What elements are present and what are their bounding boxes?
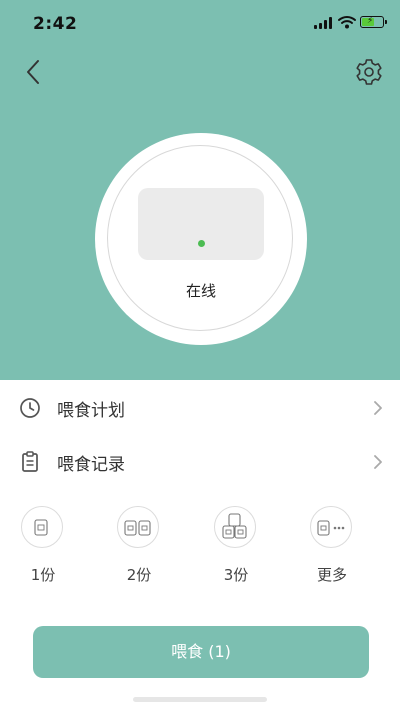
wifi-icon <box>338 16 356 29</box>
portion-label: 1份 <box>30 566 56 584</box>
clock-icon <box>20 398 40 418</box>
status-led <box>198 240 205 247</box>
header: 2:42 ⚡ 在线 <box>0 0 400 380</box>
three-bags-icon <box>214 506 256 548</box>
portion-label: 3份 <box>223 566 249 584</box>
device-status: 在线 <box>185 282 216 300</box>
more-bags-icon <box>310 506 352 548</box>
battery-charging-icon: ⚡ <box>360 16 387 28</box>
menu-item-feeding-records[interactable]: 喂食记录 <box>0 435 400 489</box>
portion-label: 2份 <box>126 566 152 584</box>
menu-item-feeding-plan[interactable]: 喂食计划 <box>0 381 400 435</box>
device-illustration: 在线 <box>95 133 307 345</box>
clipboard-icon <box>22 451 38 472</box>
two-bags-icon <box>117 506 159 548</box>
one-bag-icon <box>21 506 63 548</box>
chevron-right-icon <box>374 455 382 469</box>
feed-button[interactable]: 喂食 (1) <box>33 626 369 678</box>
portion-label: 更多 <box>316 566 347 584</box>
status-time: 2:42 <box>33 14 78 34</box>
menu-item-label: 喂食记录 <box>57 455 125 475</box>
gear-icon[interactable] <box>355 58 383 86</box>
status-bar: 2:42 ⚡ <box>0 0 400 48</box>
chevron-right-icon <box>374 401 382 415</box>
menu-item-label: 喂食计划 <box>57 401 125 421</box>
signal-icon <box>314 17 334 29</box>
back-icon[interactable] <box>22 58 46 86</box>
device-screen <box>138 188 264 260</box>
home-indicator <box>133 697 267 702</box>
